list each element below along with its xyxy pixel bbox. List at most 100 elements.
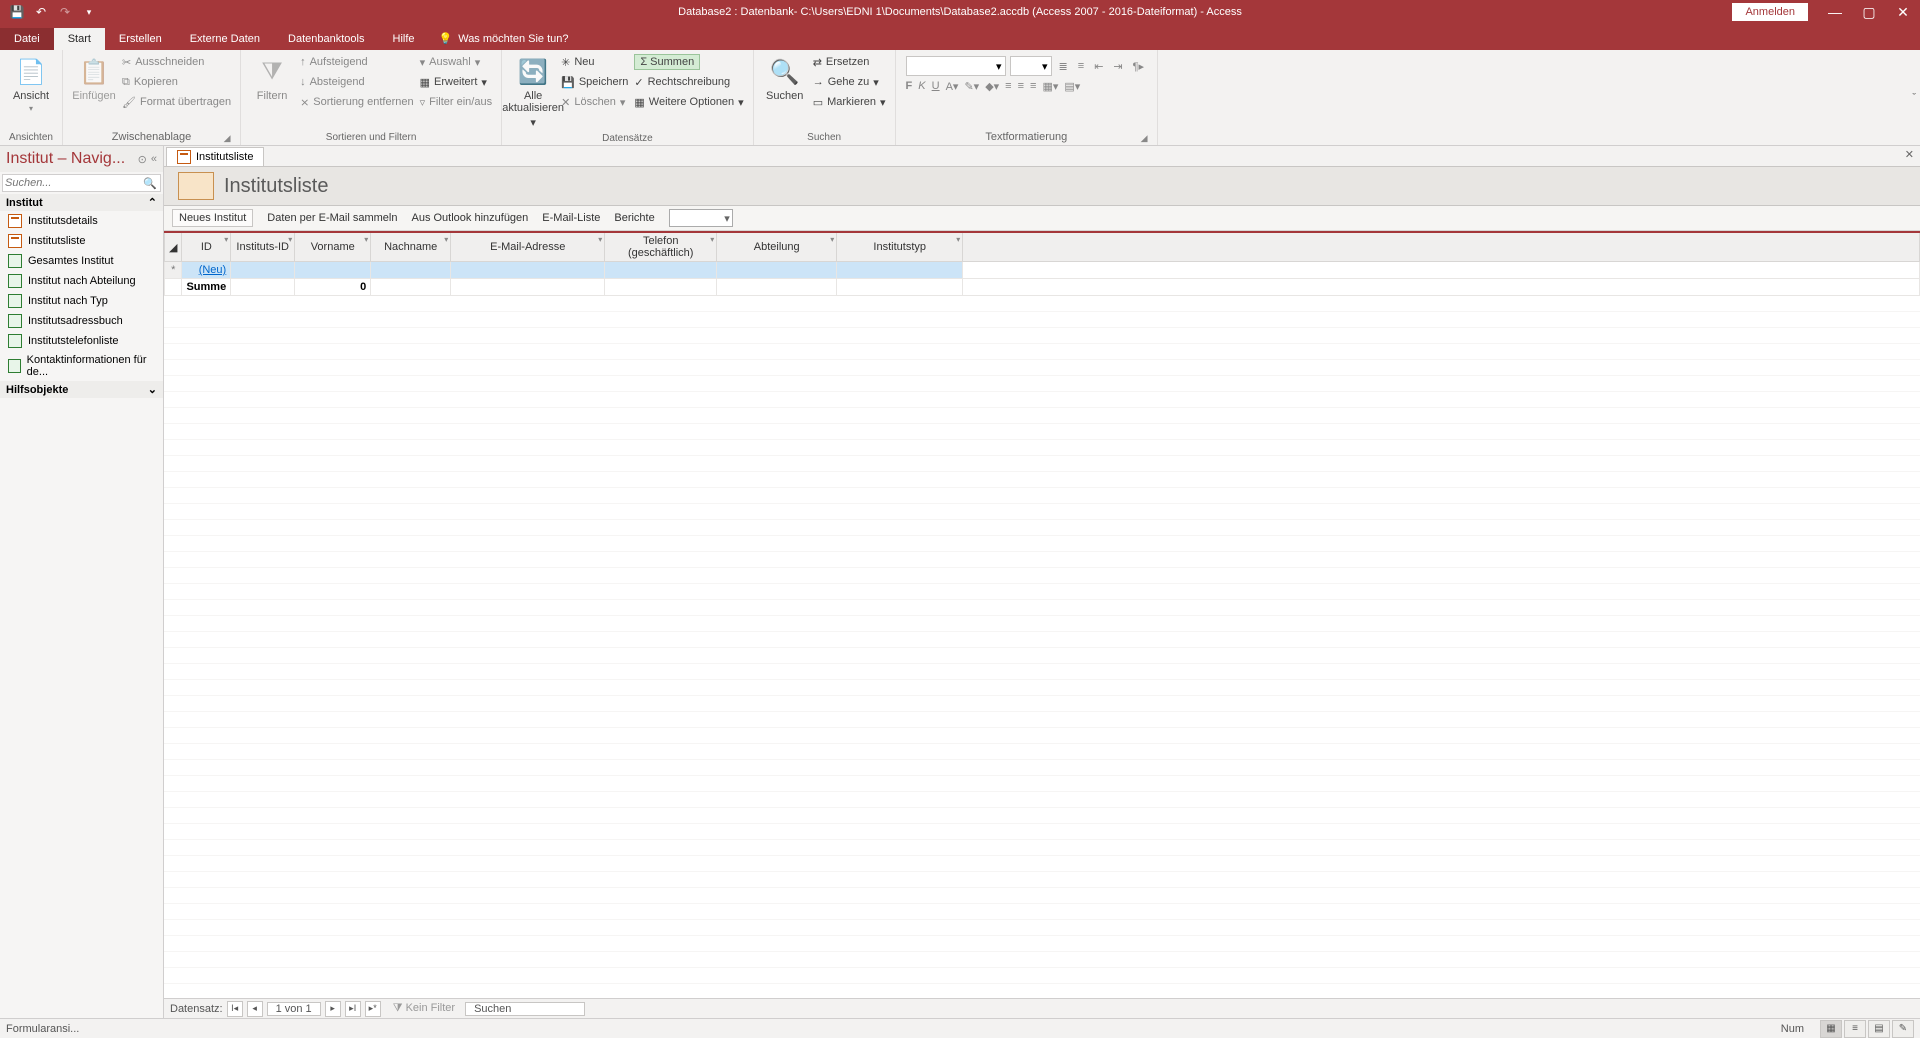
nav-group-hilfsobjekte[interactable]: Hilfsobjekte⌄	[0, 381, 163, 398]
find-button[interactable]: 🔍 Suchen	[760, 52, 810, 106]
paste-button[interactable]: 📋 Einfügen	[69, 52, 119, 106]
last-record-button[interactable]: ▸I	[345, 1001, 361, 1017]
nav-group-institut[interactable]: Institut⌃	[0, 194, 163, 211]
delete-record-button[interactable]: ✕Löschen ▾	[558, 92, 631, 112]
record-pos[interactable]: 1 von 1	[267, 1002, 321, 1016]
layout-view-button[interactable]: ▤	[1868, 1020, 1890, 1038]
tab-dbtools[interactable]: Datenbanktools	[274, 28, 378, 50]
outlook-add-link[interactable]: Aus Outlook hinzufügen	[411, 212, 528, 224]
prev-record-button[interactable]: ◂	[247, 1001, 263, 1017]
filter-button[interactable]: ⧩ Filtern	[247, 52, 297, 106]
chevron-down-icon[interactable]: ▾	[224, 235, 228, 244]
col-nachname[interactable]: Nachname▾	[371, 232, 451, 262]
ltr-icon[interactable]: ¶▸	[1130, 56, 1147, 76]
close-doc-icon[interactable]: ✕	[1905, 148, 1914, 161]
advanced-filter-button[interactable]: ▦Erweitert ▾	[417, 72, 496, 92]
tab-create[interactable]: Erstellen	[105, 28, 176, 50]
new-record-row[interactable]: * (Neu)	[165, 262, 1920, 279]
nav-dropdown-icon[interactable]: ⊙	[138, 153, 147, 166]
nav-collapse-icon[interactable]: «	[151, 153, 157, 165]
cut-button[interactable]: ✂Ausschneiden	[119, 52, 234, 72]
nav-item-details[interactable]: Institutsdetails	[0, 211, 163, 231]
redo-icon[interactable]: ↷	[54, 1, 76, 23]
font-size-combo[interactable]: ▾	[1010, 56, 1052, 76]
col-abteilung[interactable]: Abteilung▾	[717, 232, 837, 262]
spellcheck-button[interactable]: ✓Rechtschreibung	[631, 72, 746, 92]
nav-item-abteilung[interactable]: Institut nach Abteilung	[0, 271, 163, 291]
goto-button[interactable]: →Gehe zu ▾	[810, 72, 889, 92]
record-search[interactable]: Suchen	[465, 1002, 585, 1016]
reports-combo[interactable]: ▾	[669, 209, 733, 227]
indent-dec-icon[interactable]: ⇤	[1091, 56, 1106, 76]
save-icon[interactable]: 💾	[6, 1, 28, 23]
more-options-button[interactable]: ▦Weitere Optionen ▾	[631, 92, 746, 112]
design-view-button[interactable]: ✎	[1892, 1020, 1914, 1038]
textfmt-launcher-icon[interactable]: ◢	[1139, 133, 1149, 143]
clipboard-launcher-icon[interactable]: ◢	[222, 133, 232, 143]
col-typ[interactable]: Institutstyp▾	[837, 232, 963, 262]
email-collect-link[interactable]: Daten per E-Mail sammeln	[267, 212, 397, 224]
chevron-down-icon[interactable]: ▾	[444, 235, 448, 244]
nav-item-gesamt[interactable]: Gesamtes Institut	[0, 251, 163, 271]
select-button[interactable]: ▭Markieren ▾	[810, 92, 889, 112]
row-selector[interactable]	[165, 279, 182, 296]
gridlines-button[interactable]: ▦▾	[1042, 80, 1058, 93]
tab-help[interactable]: Hilfe	[379, 28, 429, 50]
form-view-button[interactable]: ▦	[1820, 1020, 1842, 1038]
tab-start[interactable]: Start	[54, 28, 105, 50]
save-record-button[interactable]: 💾Speichern	[558, 72, 631, 92]
indent-inc-icon[interactable]: ⇥	[1110, 56, 1125, 76]
tell-me[interactable]: 💡Was möchten Sie tun?	[429, 27, 579, 50]
nav-item-typ[interactable]: Institut nach Typ	[0, 291, 163, 311]
chevron-down-icon[interactable]: ▾	[710, 235, 714, 244]
refresh-all-button[interactable]: 🔄 Alle aktualisieren ▾	[508, 52, 558, 133]
align-center-icon[interactable]: ≡	[1018, 80, 1024, 93]
maximize-button[interactable]: ▢	[1852, 0, 1886, 24]
tab-external[interactable]: Externe Daten	[176, 28, 274, 50]
nav-item-kontakt[interactable]: Kontaktinformationen für de...	[0, 351, 163, 381]
undo-icon[interactable]: ↶	[30, 1, 52, 23]
remove-sort-button[interactable]: ⨯Sortierung entfernen	[297, 92, 417, 112]
datasheet-view-button[interactable]: ≡	[1844, 1020, 1866, 1038]
nav-search[interactable]: 🔍	[2, 174, 161, 192]
selection-filter-button[interactable]: ▾Auswahl ▾	[417, 52, 496, 72]
bold-button[interactable]: F	[906, 80, 913, 93]
email-list-link[interactable]: E-Mail-Liste	[542, 212, 600, 224]
chevron-down-icon[interactable]: ▾	[288, 235, 292, 244]
nav-title[interactable]: Institut – Navig...	[6, 150, 138, 168]
view-button[interactable]: 📄 Ansicht ▾	[6, 52, 56, 117]
first-record-button[interactable]: I◂	[227, 1001, 243, 1017]
italic-button[interactable]: K	[918, 80, 925, 93]
nav-item-adressbuch[interactable]: Institutsadressbuch	[0, 311, 163, 331]
collapse-ribbon-icon[interactable]: ˇ	[1912, 92, 1916, 104]
select-all-cell[interactable]: ◢	[165, 232, 182, 262]
underline-button[interactable]: U	[932, 80, 940, 93]
numbering-icon[interactable]: ≡	[1075, 56, 1087, 76]
font-family-combo[interactable]: ▾	[906, 56, 1006, 76]
col-id[interactable]: ID▾	[182, 232, 231, 262]
new-institut-link[interactable]: Neues Institut	[172, 209, 253, 227]
align-left-icon[interactable]: ≡	[1005, 80, 1011, 93]
nav-item-liste[interactable]: Institutsliste	[0, 231, 163, 251]
minimize-button[interactable]: —	[1818, 0, 1852, 24]
nav-item-telefon[interactable]: Institutstelefonliste	[0, 331, 163, 351]
doc-tab-institutsliste[interactable]: Institutsliste	[166, 147, 264, 166]
totals-button[interactable]: ΣSummen	[631, 52, 746, 72]
col-institutsid[interactable]: Instituts-ID▾	[231, 232, 295, 262]
chevron-down-icon[interactable]: ▾	[364, 235, 368, 244]
font-color-button[interactable]: A▾	[946, 80, 959, 93]
col-email[interactable]: E-Mail-Adresse▾	[451, 232, 605, 262]
new-record-button[interactable]: ✳Neu	[558, 52, 631, 72]
sort-desc-button[interactable]: ↓Absteigend	[297, 72, 417, 92]
nav-search-input[interactable]	[3, 175, 140, 191]
next-record-button[interactable]: ▸	[325, 1001, 341, 1017]
highlight-button[interactable]: ✎▾	[964, 80, 979, 93]
search-icon[interactable]: 🔍	[140, 177, 160, 190]
chevron-down-icon[interactable]: ▾	[598, 235, 602, 244]
tab-file[interactable]: Datei	[0, 28, 54, 50]
sort-asc-button[interactable]: ↑Aufsteigend	[297, 52, 417, 72]
alt-row-button[interactable]: ▤▾	[1064, 80, 1080, 93]
copy-button[interactable]: ⧉Kopieren	[119, 72, 234, 92]
fill-color-button[interactable]: ◆▾	[985, 80, 999, 93]
qat-dropdown-icon[interactable]: ▾	[78, 1, 100, 23]
